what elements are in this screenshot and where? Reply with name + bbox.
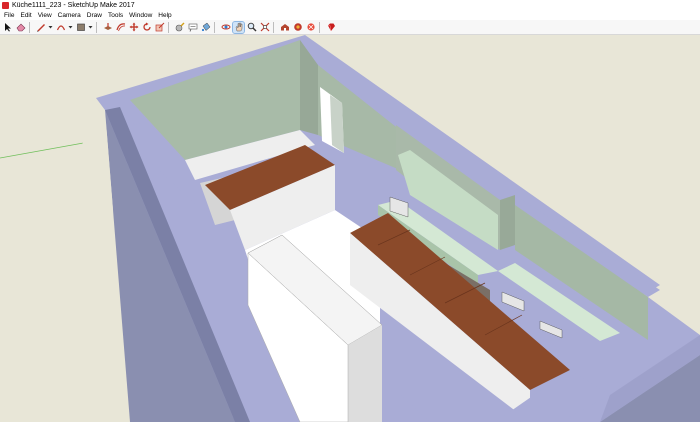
toolbar [0, 20, 700, 35]
eraser-tool[interactable] [15, 22, 26, 33]
wall-pillar [500, 195, 515, 250]
move-tool[interactable] [128, 22, 139, 33]
sketchup-logo-icon [2, 2, 9, 9]
model-canvas[interactable] [0, 35, 700, 422]
eraser-icon [16, 23, 25, 32]
window-titlebar: Küche1111_223 - SketchUp Make 2017 [0, 0, 700, 11]
toolbar-separator [96, 21, 97, 33]
arc-tool-menu[interactable] [68, 22, 73, 33]
text-icon [188, 23, 197, 32]
chevron-down-icon [88, 26, 93, 29]
zoom-extents-icon [260, 22, 269, 32]
zoom-tool[interactable] [246, 22, 257, 33]
toolbar-separator [168, 21, 169, 33]
rectangle-tool[interactable] [75, 22, 86, 33]
toolbar-separator [273, 21, 274, 33]
arrow-icon [4, 23, 11, 32]
line-tool-menu[interactable] [48, 22, 53, 33]
rotate-icon [142, 22, 151, 31]
toolbar-separator [319, 21, 320, 33]
layout-button[interactable] [305, 22, 316, 33]
chevron-down-icon [68, 26, 73, 29]
menu-edit[interactable]: Edit [20, 12, 31, 19]
line-tool[interactable] [35, 22, 46, 33]
3d-warehouse-button[interactable] [279, 22, 290, 33]
menu-bar: File Edit View Camera Draw Tools Window … [0, 11, 700, 20]
warehouse-icon [280, 24, 289, 31]
orbit-tool[interactable] [220, 22, 231, 33]
magnifier-icon [247, 22, 257, 32]
menu-window[interactable]: Window [129, 12, 152, 19]
offset-icon [115, 23, 125, 32]
rotate-tool[interactable] [141, 22, 152, 33]
tape-measure-tool[interactable] [174, 22, 185, 33]
window-reveal [330, 95, 344, 153]
paint-bucket-tool[interactable] [200, 22, 211, 33]
toolbar-separator [29, 21, 30, 33]
arc-icon [56, 25, 65, 31]
orbit-icon [221, 24, 230, 30]
move-icon [129, 22, 138, 32]
menu-camera[interactable]: Camera [58, 12, 81, 19]
arc-tool[interactable] [55, 22, 66, 33]
menu-help[interactable]: Help [158, 12, 171, 19]
drawing-area[interactable] [0, 35, 700, 422]
zoom-extents-tool[interactable] [259, 22, 270, 33]
chevron-down-icon [48, 26, 53, 29]
text-tool[interactable] [187, 22, 198, 33]
pan-tool[interactable] [232, 20, 245, 34]
push-pull-icon [103, 23, 112, 30]
pencil-icon [36, 24, 45, 32]
ruby-console-button[interactable] [325, 22, 336, 33]
menu-draw[interactable]: Draw [87, 12, 102, 19]
scale-icon [155, 22, 164, 32]
scale-tool[interactable] [154, 22, 165, 33]
extension-icon [293, 23, 302, 31]
toolbar-separator [214, 21, 215, 33]
rectangle-tool-menu[interactable] [88, 22, 93, 33]
rectangle-icon [76, 23, 85, 31]
push-pull-tool[interactable] [102, 22, 113, 33]
window-title: Küche1111_223 - SketchUp Make 2017 [12, 2, 135, 9]
hand-icon [235, 22, 242, 32]
offset-tool[interactable] [115, 22, 126, 33]
paint-bucket-icon [201, 22, 210, 32]
menu-file[interactable]: File [4, 12, 14, 19]
ruby-icon [327, 23, 335, 32]
menu-view[interactable]: View [38, 12, 52, 19]
select-tool[interactable] [2, 22, 13, 33]
extension-warehouse-button[interactable] [292, 22, 303, 33]
layout-icon [306, 23, 315, 31]
tape-icon [175, 22, 184, 32]
menu-tools[interactable]: Tools [108, 12, 123, 19]
